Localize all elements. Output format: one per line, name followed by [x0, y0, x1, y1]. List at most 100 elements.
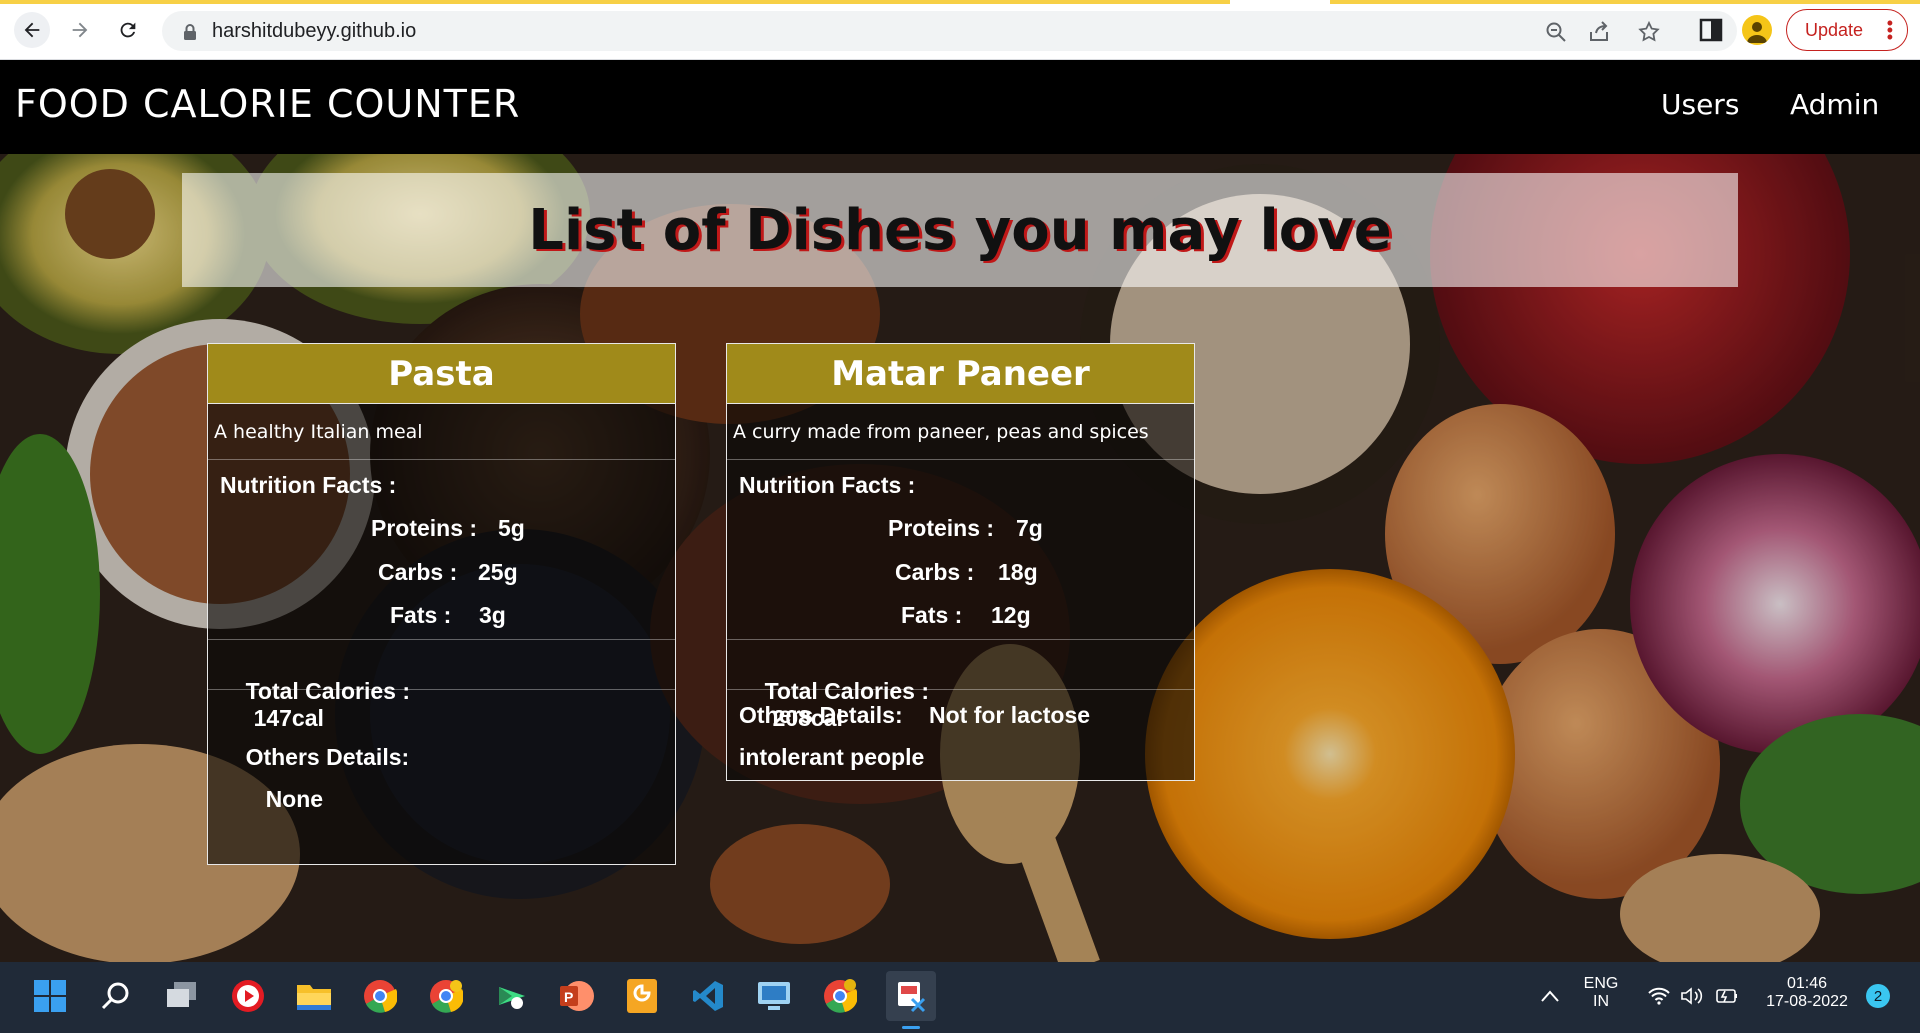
android-studio-icon [499, 987, 525, 1009]
task-view-icon [167, 982, 196, 1007]
dish-description: A curry made from paneer, peas and spice… [727, 404, 1194, 460]
carbs-value: 18g [998, 559, 1038, 585]
volume-icon[interactable] [1680, 986, 1704, 1006]
proteins-label: Proteins : [888, 515, 995, 541]
dish-card-pasta: Pasta A healthy Italian meal Nutrition F… [207, 343, 676, 865]
site-title[interactable]: FOOD CALORIE COUNTER [15, 82, 520, 126]
language-code: ENG [1583, 975, 1619, 992]
clock-date: 17-08-2022 [1766, 993, 1848, 1010]
arrow-right-icon [72, 22, 88, 38]
clock[interactable]: 01:46 17-08-2022 [1756, 975, 1858, 1011]
vscode-icon [693, 981, 723, 1011]
clock-time: 01:46 [1786, 975, 1828, 992]
more-vert-icon: • • • [1886, 13, 1893, 47]
reload-button[interactable] [110, 12, 146, 48]
wifi-icon[interactable] [1647, 986, 1671, 1006]
region-code: IN [1593, 993, 1609, 1010]
total-calories-row: Total Calories : 147cal [208, 640, 675, 731]
person-icon [1747, 22, 1767, 43]
proteins-value: 7g [1016, 515, 1043, 541]
share-icon[interactable] [1587, 20, 1611, 44]
back-button[interactable] [14, 12, 50, 48]
calories-value: 147cal [253, 705, 324, 731]
search-button[interactable] [96, 976, 136, 1016]
dish-card-matar-paneer: Matar Paneer A curry made from paneer, p… [726, 343, 1195, 781]
total-calories-row: Total Calories : 208cal [727, 640, 1194, 731]
nutrition-title: Nutrition Facts : [220, 472, 397, 498]
tray-overflow-button[interactable] [1532, 976, 1568, 1016]
side-panel-icon[interactable] [1697, 16, 1725, 44]
nutrition-title: Nutrition Facts : [739, 472, 916, 498]
taskbar-app-remote[interactable] [754, 976, 794, 1016]
arrow-left-icon [24, 22, 40, 38]
dishes-banner: List of Dishes you may love [182, 173, 1738, 287]
taskbar-app-studio[interactable] [492, 976, 532, 1016]
pdf-icon [627, 979, 657, 1013]
search-icon [101, 982, 129, 1010]
monitor-icon [758, 982, 790, 1010]
taskbar-app-vscode[interactable] [688, 976, 728, 1016]
chrome-icon [364, 980, 397, 1013]
address-bar[interactable]: harshitdubeyy.github.io [162, 11, 1737, 51]
profile-avatar[interactable] [1742, 15, 1772, 45]
taskbar-app-chrome-profile[interactable] [426, 976, 466, 1016]
forward-button[interactable] [62, 12, 98, 48]
zoom-icon[interactable] [1544, 20, 1568, 44]
taskbar-app-chrome-alt[interactable] [820, 976, 860, 1016]
taskbar-app-snipping[interactable] [886, 971, 936, 1029]
update-button[interactable]: Update • • • [1786, 9, 1908, 51]
start-button[interactable] [30, 976, 70, 1016]
taskbar-app-media[interactable] [228, 976, 268, 1016]
powerpoint-icon: P [560, 981, 594, 1011]
proteins-value: 5g [498, 515, 525, 541]
update-label: Update [1805, 19, 1864, 40]
svg-text:P: P [564, 989, 573, 1005]
taskbar-app-powerpoint[interactable]: P [556, 976, 596, 1016]
battery-icon[interactable] [1713, 986, 1739, 1006]
lock-icon [184, 24, 196, 40]
fats-value: 12g [991, 602, 1031, 628]
site-header: FOOD CALORIE COUNTER Users Admin [0, 60, 1920, 154]
dish-description: A healthy Italian meal [208, 404, 675, 460]
language-indicator[interactable]: ENG IN [1578, 975, 1624, 1011]
loading-strip [0, 0, 1230, 4]
dish-card-header: Matar Paneer [727, 344, 1194, 404]
taskbar-app-chrome[interactable] [360, 976, 400, 1016]
star-icon[interactable] [1637, 20, 1661, 44]
windows-logo-icon [34, 980, 66, 1012]
chrome-profile-icon [430, 980, 463, 1013]
others-label: Others Details: [245, 744, 410, 770]
folder-icon [297, 985, 331, 1010]
others-details-row: Others Details: Not for lactose intolera… [727, 690, 1194, 780]
carbs-label: Carbs : [378, 559, 458, 585]
proteins-label: Proteins : [371, 515, 478, 541]
dish-name: Pasta [388, 353, 495, 394]
task-view-button[interactable] [162, 976, 202, 1016]
chrome-user-icon [824, 979, 857, 1013]
nutrition-facts: Nutrition Facts : Proteins : 5g Carbs : … [208, 460, 675, 640]
fats-value: 3g [479, 602, 506, 628]
loading-strip-right [1330, 0, 1920, 4]
calories-label: Total Calories : [245, 678, 410, 704]
nav-users-link[interactable]: Users [1661, 88, 1739, 121]
carbs-label: Carbs : [895, 559, 975, 585]
nutrition-facts: Nutrition Facts : Proteins : 7g Carbs : … [727, 460, 1194, 640]
url-text: harshitdubeyy.github.io [212, 20, 417, 42]
nav-admin-link[interactable]: Admin [1790, 88, 1879, 121]
active-indicator [902, 1026, 920, 1029]
notification-badge[interactable]: 2 [1866, 984, 1890, 1008]
page-title: List of Dishes you may love [528, 197, 1392, 263]
reload-icon [120, 22, 136, 38]
dish-name: Matar Paneer [831, 353, 1090, 394]
chevron-up-icon [1541, 990, 1559, 1002]
play-circle-icon [232, 980, 264, 1012]
fats-label: Fats : [901, 602, 963, 628]
windows-taskbar: P ENG IN 01:46 17-08-2022 2 [0, 962, 1920, 1033]
others-label: Others Details: [739, 702, 903, 728]
taskbar-app-explorer[interactable] [294, 976, 334, 1016]
taskbar-app-pdf[interactable] [622, 976, 662, 1016]
dish-card-header: Pasta [208, 344, 675, 404]
fats-label: Fats : [390, 602, 452, 628]
snipping-tool-icon [898, 982, 926, 1013]
others-value: None [265, 786, 324, 812]
